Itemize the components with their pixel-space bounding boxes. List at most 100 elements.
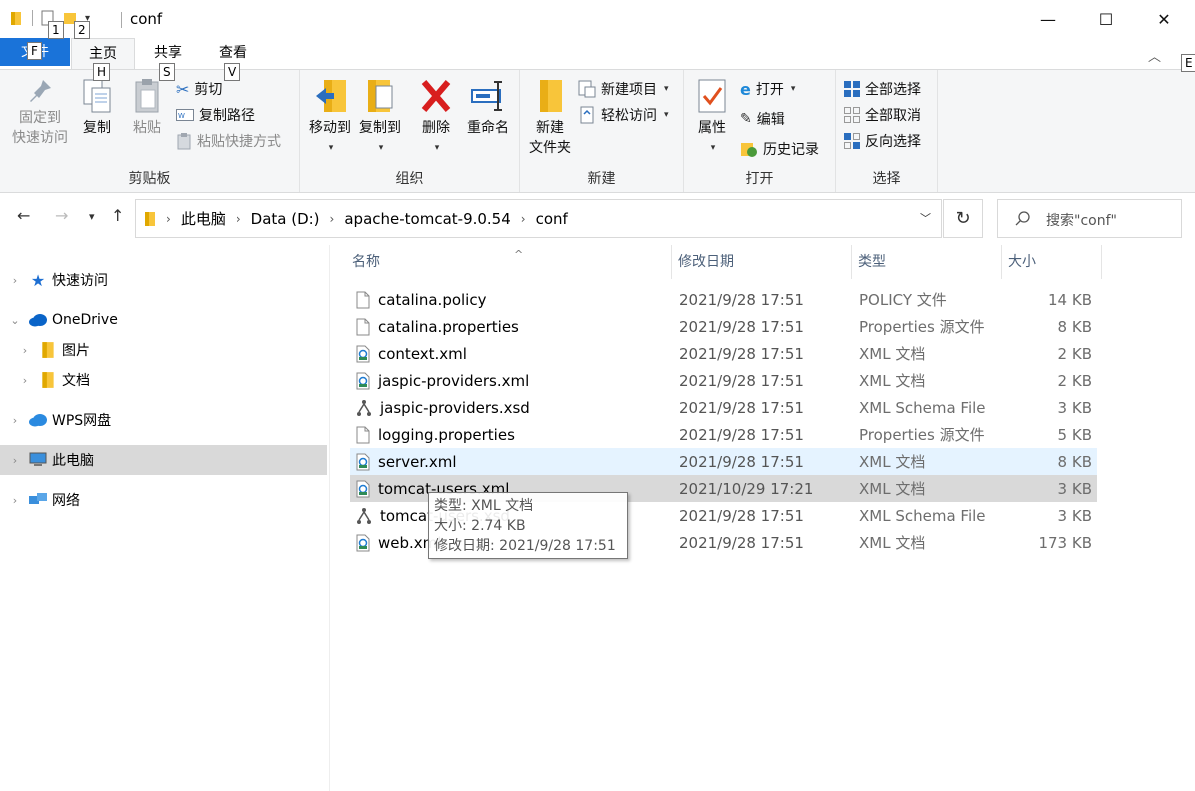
- minimize-button[interactable]: —: [1019, 0, 1077, 38]
- up-arrow-icon[interactable]: ↑: [111, 206, 124, 225]
- new-item-button[interactable]: 新建项目 ▾: [578, 78, 669, 100]
- window-title: conf: [130, 10, 163, 28]
- paste-label: 粘贴: [133, 120, 161, 136]
- chevron-right-icon[interactable]: ›: [330, 212, 335, 226]
- collapse-ribbon-icon[interactable]: ︿: [1148, 46, 1161, 65]
- pin-label: 固定到 快速访问: [12, 110, 68, 146]
- file-row[interactable]: jaspic-providers.xsd 2021/9/28 17:51 XML S…: [350, 394, 1097, 421]
- edit-pencil-icon: ✎: [740, 111, 752, 127]
- refresh-button[interactable]: ↻: [943, 199, 983, 238]
- select-none-button[interactable]: 全部取消: [844, 104, 921, 126]
- nav-onedrive-label: OneDrive: [52, 312, 118, 328]
- nav-documents[interactable]: › 文档: [0, 365, 327, 395]
- nav-pictures-label: 图片: [62, 343, 90, 359]
- crumb-conf[interactable]: conf: [536, 210, 568, 228]
- back-arrow-icon[interactable]: ←: [17, 206, 30, 225]
- recent-locations-icon[interactable]: ▾: [89, 210, 95, 223]
- select-all-button[interactable]: 全部选择: [844, 78, 921, 100]
- easy-access-button[interactable]: 轻松访问 ▾: [578, 104, 669, 126]
- move-to-button[interactable]: 移动到 ▾: [306, 76, 354, 158]
- expand-icon[interactable]: ›: [8, 494, 22, 507]
- xml-icon: [356, 453, 370, 471]
- edit-button[interactable]: ✎ 编辑: [740, 108, 785, 130]
- cloud-icon: [29, 414, 47, 427]
- crumb-this-pc[interactable]: 此电脑: [181, 208, 226, 229]
- file-row[interactable]: jaspic-providers.xml 2021/9/28 17:51 XML 文…: [350, 367, 1097, 394]
- expand-icon[interactable]: ›: [18, 344, 32, 357]
- nav-quick-access[interactable]: › ★ 快速访问: [0, 265, 327, 295]
- keytip-file: F: [27, 42, 42, 60]
- address-history-dropdown-icon[interactable]: ﹀: [920, 210, 931, 226]
- column-header-size[interactable]: 大小: [1002, 245, 1102, 279]
- new-folder-button[interactable]: 新建 文件夹: [526, 76, 574, 158]
- pin-quick-access-button[interactable]: 固定到 快速访问: [8, 76, 72, 148]
- forward-arrow-icon[interactable]: →: [55, 206, 68, 225]
- file-row[interactable]: context.xml 2021/9/28 17:51 XML 文档 2 KB: [350, 340, 1097, 367]
- nav-this-pc[interactable]: › 此电脑: [0, 445, 327, 475]
- copy-to-button[interactable]: 复制到 ▾: [356, 76, 404, 158]
- pin-icon: [30, 80, 51, 102]
- paste-shortcut-button[interactable]: 粘贴快捷方式: [176, 130, 281, 152]
- nav-onedrive[interactable]: ⌄ OneDrive: [0, 305, 327, 335]
- file-name-cell: catalina.properties: [356, 318, 519, 336]
- file-type: Properties 源文件: [859, 426, 985, 444]
- file-row[interactable]: logging.properties 2021/9/28 17:51 Propert…: [350, 421, 1097, 448]
- crumb-tomcat[interactable]: apache-tomcat-9.0.54: [344, 210, 510, 228]
- history-button[interactable]: 历史记录: [740, 138, 819, 160]
- group-organize-label: 组织: [395, 171, 424, 187]
- nav-wps-drive[interactable]: › WPS网盘: [0, 405, 327, 435]
- close-button[interactable]: ✕: [1135, 0, 1193, 38]
- file-type: XML Schema File: [859, 398, 986, 417]
- folder-icon: [42, 342, 54, 358]
- paste-button[interactable]: 粘贴: [128, 76, 166, 138]
- file-row[interactable]: catalina.policy 2021/9/28 17:51 POLICY 文件 1…: [350, 286, 1097, 313]
- nav-quick-access-label: 快速访问: [52, 273, 108, 289]
- nav-network-label: 网络: [52, 493, 80, 509]
- file-row[interactable]: server.xml 2021/9/28 17:51 XML 文档 8 KB: [350, 448, 1097, 475]
- properties-button[interactable]: 属性 ▾: [692, 76, 732, 158]
- doc-icon: [356, 318, 370, 336]
- keytip-extra: E: [1181, 54, 1195, 72]
- rename-button[interactable]: 重命名: [462, 76, 514, 138]
- delete-dropdown-icon: ▾: [434, 143, 440, 153]
- properties-dropdown-icon: ▾: [710, 143, 716, 153]
- delete-label: 删除: [422, 120, 450, 136]
- group-open: 属性 ▾ e 打开 ▾ ✎ 编辑 历史记录 打开: [684, 70, 836, 192]
- select-all-icon: [844, 81, 860, 97]
- expand-icon[interactable]: ›: [8, 454, 22, 467]
- expand-icon[interactable]: ›: [18, 374, 32, 387]
- open-button[interactable]: e 打开 ▾: [740, 78, 795, 100]
- column-header-name[interactable]: ^ 名称: [346, 245, 672, 279]
- file-date: 2021/9/28 17:51: [679, 398, 804, 417]
- keytip-share: S: [159, 63, 175, 81]
- cut-button[interactable]: ✂ 剪切: [176, 78, 222, 100]
- address-bar[interactable]: › 此电脑 › Data (D:) › apache-tomcat-9.0.54…: [135, 199, 942, 238]
- group-new-label: 新建: [587, 171, 616, 187]
- chevron-right-icon[interactable]: ›: [521, 212, 526, 226]
- copy-button[interactable]: 复制: [78, 76, 116, 138]
- expand-icon[interactable]: ›: [8, 274, 22, 287]
- collapse-icon[interactable]: ⌄: [8, 314, 22, 327]
- new-item-label: 新建项目: [601, 82, 657, 98]
- copy-path-button[interactable]: W 复制路径: [176, 104, 255, 126]
- xml-icon: [356, 372, 370, 390]
- group-open-label: 打开: [745, 171, 774, 187]
- nav-network[interactable]: › 网络: [0, 485, 327, 515]
- column-header-type[interactable]: 类型: [852, 245, 1002, 279]
- crumb-data-drive[interactable]: Data (D:): [251, 210, 320, 228]
- nav-pictures[interactable]: › 图片: [0, 335, 327, 365]
- chevron-right-icon[interactable]: ›: [236, 212, 241, 226]
- file-row[interactable]: catalina.properties 2021/9/28 17:51 Proper…: [350, 313, 1097, 340]
- file-tooltip: 类型: XML 文档 大小: 2.74 KB 修改日期: 2021/9/28 1…: [428, 492, 628, 559]
- new-item-icon: [578, 80, 596, 98]
- delete-button[interactable]: 删除 ▾: [416, 76, 456, 158]
- expand-icon[interactable]: ›: [8, 414, 22, 427]
- ribbon-tabs: 文件 主页 共享 查看: [0, 38, 1195, 70]
- column-header-date[interactable]: 修改日期: [672, 245, 852, 279]
- copy-icon: [83, 79, 111, 113]
- invert-selection-icon: [844, 133, 860, 149]
- search-input[interactable]: 搜索"conf": [997, 199, 1182, 238]
- easy-access-dropdown-icon: ▾: [664, 110, 669, 120]
- invert-selection-button[interactable]: 反向选择: [844, 130, 921, 152]
- maximize-button[interactable]: ☐: [1077, 0, 1135, 38]
